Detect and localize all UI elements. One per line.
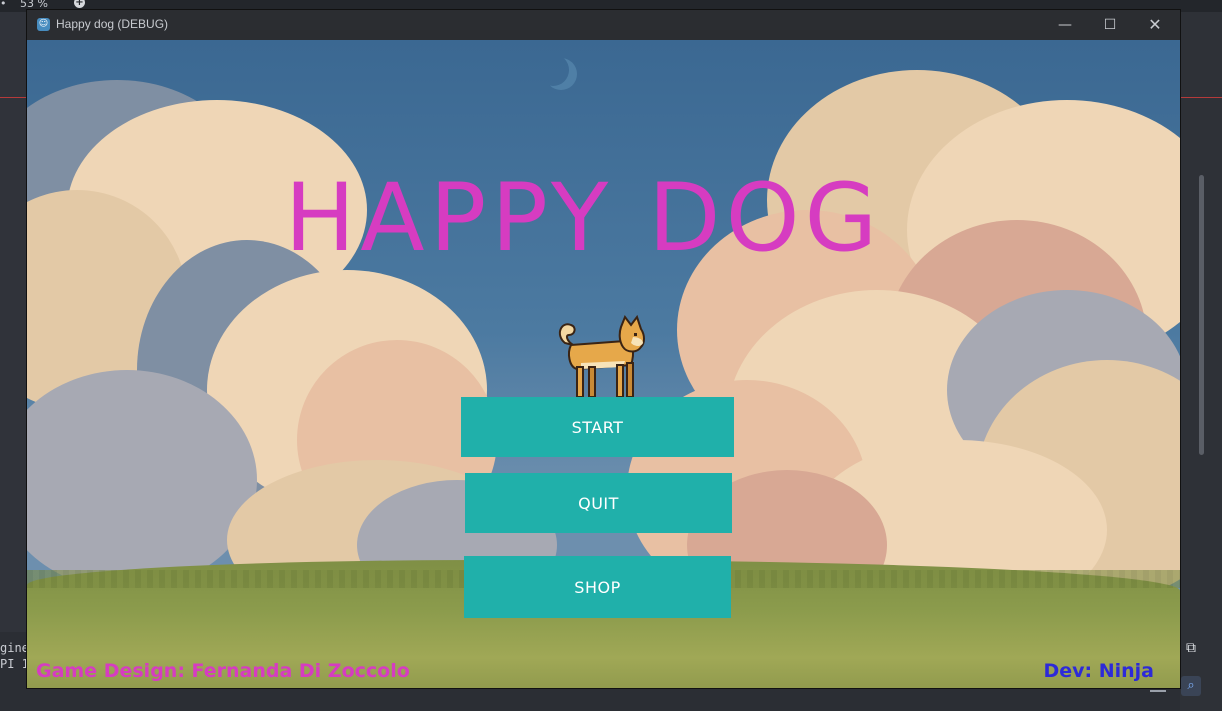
editor-scrollbar[interactable] <box>1199 175 1204 455</box>
godot-app-icon: ☺ <box>37 18 50 31</box>
zoom-in-icon[interactable]: + <box>74 0 85 8</box>
editor-output-line: PI 1 <box>0 657 29 671</box>
editor-guide-line <box>0 97 27 98</box>
search-icon[interactable]: ⌕ <box>1181 676 1201 696</box>
game-title: HAPPY DOG <box>284 164 883 273</box>
moon-icon <box>537 54 569 86</box>
design-credit: Game Design: Fernanda Di Zoccolo <box>36 660 410 682</box>
game-window: ☺ Happy dog (DEBUG) — ☐ ✕ HAPPY DOG STAR… <box>27 10 1180 688</box>
minimize-button[interactable]: — <box>1052 14 1078 36</box>
shop-button[interactable]: SHOP <box>464 556 731 618</box>
editor-output-text: gine PI 1 <box>0 640 29 672</box>
quit-button[interactable]: QUIT <box>465 473 732 533</box>
editor-output-line: gine <box>0 641 29 655</box>
start-button[interactable]: START <box>461 397 734 457</box>
editor-zoom-label[interactable]: 53 % <box>20 0 48 10</box>
editor-guide-line <box>1180 97 1222 98</box>
copy-icon[interactable]: ⧉ <box>1182 640 1200 656</box>
dev-credit: Dev: Ninja <box>1043 660 1154 682</box>
dog-sprite-icon <box>558 314 645 398</box>
window-titlebar[interactable]: ☺ Happy dog (DEBUG) — ☐ ✕ <box>27 10 1180 40</box>
maximize-button[interactable]: ☐ <box>1097 14 1123 36</box>
editor-left-panel <box>0 12 27 632</box>
game-viewport: HAPPY DOG START QUIT SHOP Game Design: F… <box>27 40 1180 688</box>
editor-indicator-icon: • <box>0 0 7 10</box>
close-button[interactable]: ✕ <box>1142 14 1168 36</box>
window-title: Happy dog (DEBUG) <box>56 17 169 31</box>
